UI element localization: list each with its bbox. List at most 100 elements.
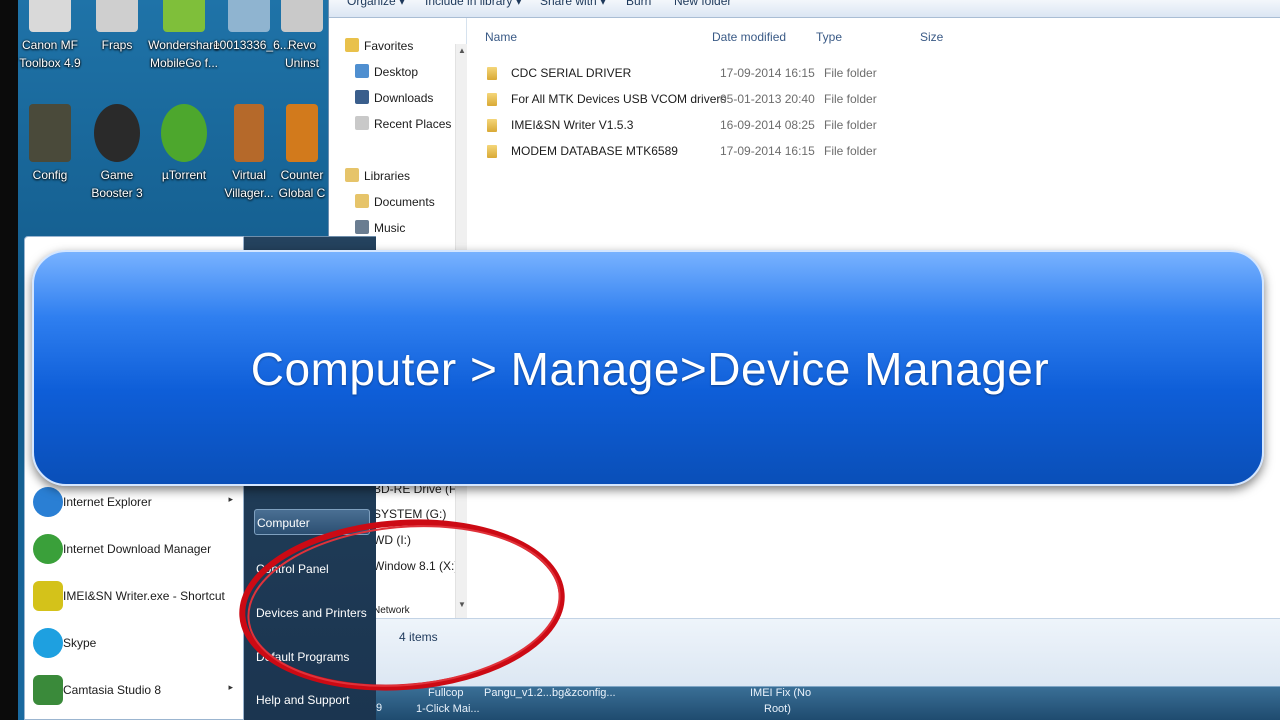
program-label: Skype <box>63 636 97 650</box>
star-icon <box>345 38 359 52</box>
program-internet-download-manager[interactable]: Internet Download Manager <box>31 527 239 573</box>
nav-label: Libraries <box>364 169 411 183</box>
desktop-icon <box>355 64 369 78</box>
desktop-icon-label: Game Booster 3 <box>91 168 143 200</box>
red-circle-annotation <box>239 519 565 691</box>
desktop-icon-virtual-villagers[interactable]: Virtual Villager... <box>213 104 285 202</box>
taskbar-item[interactable]: 9 <box>376 702 382 714</box>
image-file-icon <box>228 0 270 32</box>
desktop-icon-label: 10013336_6... <box>213 38 290 52</box>
nav-label: Desktop <box>374 65 419 79</box>
file-row[interactable]: CDC SERIAL DRIVER 17-09-2014 16:15 File … <box>487 62 1107 84</box>
program-label: Internet Explorer <box>63 495 152 509</box>
revo-uninstaller-icon <box>281 0 323 32</box>
burn-button[interactable]: Burn <box>626 0 651 8</box>
taskbar-item[interactable]: IMEI Fix (No <box>750 687 811 699</box>
banner-text: Computer > Manage>Device Manager <box>250 343 1050 395</box>
desktop-icon-image-file[interactable]: 10013336_6... <box>213 0 290 54</box>
desktop-icon-label: Revo Uninst <box>284 38 319 70</box>
music-icon <box>355 220 369 234</box>
config-icon <box>29 104 71 162</box>
file-type: File folder <box>824 92 877 106</box>
file-row[interactable]: For All MTK Devices USB VCOM drivers 05-… <box>487 88 1107 110</box>
canon-mf-toolbox-icon <box>29 0 71 32</box>
internet-download-manager-icon <box>33 534 63 564</box>
program-label: Camtasia Studio 8 <box>63 683 162 697</box>
file-row[interactable]: MODEM DATABASE MTK6589 17-09-2014 16:15 … <box>487 140 1107 162</box>
wondershare-mobilego-icon <box>163 0 205 32</box>
nav-recent-places[interactable]: Recent Places <box>355 113 451 135</box>
file-name: CDC SERIAL DRIVER <box>511 66 632 80</box>
desktop-icon-revo-uninstaller[interactable]: Revo Uninst <box>276 0 328 72</box>
file-name: IMEI&SN Writer V1.5.3 <box>511 118 634 132</box>
submenu-arrow-icon: ▸ <box>228 494 233 504</box>
desktop-icon-label: µTorrent <box>161 168 207 182</box>
folder-icon <box>487 93 497 106</box>
include-in-library-button[interactable]: Include in library ▾ <box>425 0 522 8</box>
file-date: 17-09-2014 16:15 <box>720 144 815 158</box>
nav-documents[interactable]: Documents <box>355 191 435 213</box>
program-label: Internet Download Manager <box>63 542 212 556</box>
column-header-type[interactable]: Type <box>816 30 842 44</box>
column-header-date[interactable]: Date modified <box>712 30 786 44</box>
folder-icon <box>487 145 497 158</box>
program-camtasia-studio[interactable]: Camtasia Studio 8 ▸ <box>31 668 239 714</box>
desktop-icon-wondershare-mobilego[interactable]: Wondershare MobileGo f... <box>148 0 220 72</box>
nav-label: Downloads <box>374 91 434 105</box>
recent-places-icon <box>355 116 369 130</box>
program-imei-sn-writer[interactable]: IMEI&SN Writer.exe - Shortcut <box>31 574 239 620</box>
file-type: File folder <box>824 118 877 132</box>
virtual-villagers-icon <box>234 104 264 162</box>
file-date: 16-09-2014 08:25 <box>720 118 815 132</box>
camtasia-studio-icon <box>33 675 63 705</box>
organize-button[interactable]: Organize ▾ <box>347 0 405 8</box>
scroll-up-arrow-icon[interactable]: ▲ <box>458 46 466 55</box>
file-date: 17-09-2014 16:15 <box>720 66 815 80</box>
new-folder-button[interactable]: New folder <box>674 0 731 8</box>
folder-icon <box>487 119 497 132</box>
skype-icon <box>33 628 63 658</box>
desktop-icon-counter-strike[interactable]: Counter Global C <box>276 104 328 202</box>
desktop-icon-fraps[interactable]: Fraps <box>81 0 153 54</box>
file-name: MODEM DATABASE MTK6589 <box>511 144 678 158</box>
game-booster-icon <box>94 104 140 162</box>
desktop-icon-label: Counter Global C <box>278 168 326 200</box>
desktop-icon-label: Virtual Villager... <box>224 168 274 200</box>
nav-desktop[interactable]: Desktop <box>355 61 418 83</box>
nav-favorites[interactable]: Favorites <box>345 35 413 57</box>
column-header-name[interactable]: Name <box>485 30 517 44</box>
nav-label: Music <box>374 221 406 235</box>
folder-icon <box>487 67 497 80</box>
desktop-icon-label: Config <box>32 168 68 182</box>
nav-label: Recent Places <box>374 117 452 131</box>
fraps-icon <box>96 0 138 32</box>
desktop-icon-config[interactable]: Config <box>14 104 86 184</box>
desktop-icon-utorrent[interactable]: µTorrent <box>148 104 220 184</box>
desktop-icon-label: Canon MF Toolbox 4.9 <box>19 38 81 70</box>
share-with-button[interactable]: Share with ▾ <box>540 0 606 8</box>
internet-explorer-icon <box>33 487 63 517</box>
file-row[interactable]: IMEI&SN Writer V1.5.3 16-09-2014 08:25 F… <box>487 114 1107 136</box>
desktop-icon-label: Fraps <box>101 38 133 52</box>
imei-sn-writer-icon <box>33 581 63 611</box>
file-type: File folder <box>824 66 877 80</box>
utorrent-icon <box>161 104 207 162</box>
counter-strike-icon <box>286 104 318 162</box>
nav-libraries[interactable]: Libraries <box>345 165 410 187</box>
file-date: 05-01-2013 20:40 <box>720 92 815 106</box>
column-header-size[interactable]: Size <box>920 30 943 44</box>
nav-label: Documents <box>374 195 435 209</box>
instruction-banner: Computer > Manage>Device Manager <box>32 250 1264 486</box>
file-type: File folder <box>824 144 877 158</box>
file-name: For All MTK Devices USB VCOM drivers <box>511 92 727 106</box>
desktop-icon-canon-mf-toolbox[interactable]: Canon MF Toolbox 4.9 <box>14 0 86 72</box>
taskbar-item[interactable]: 1-Click Mai... <box>416 703 480 715</box>
program-skype[interactable]: Skype <box>31 621 239 667</box>
explorer-toolbar: Organize ▾ Include in library ▾ Share wi… <box>329 0 1280 18</box>
nav-downloads[interactable]: Downloads <box>355 87 433 109</box>
taskbar-item[interactable]: Root) <box>764 703 791 715</box>
desktop-icon-game-booster[interactable]: Game Booster 3 <box>81 104 153 202</box>
program-internet-explorer[interactable]: Internet Explorer ▸ <box>31 480 239 526</box>
libraries-icon <box>345 168 359 182</box>
desktop-icon-label: Wondershare MobileGo f... <box>148 38 220 70</box>
